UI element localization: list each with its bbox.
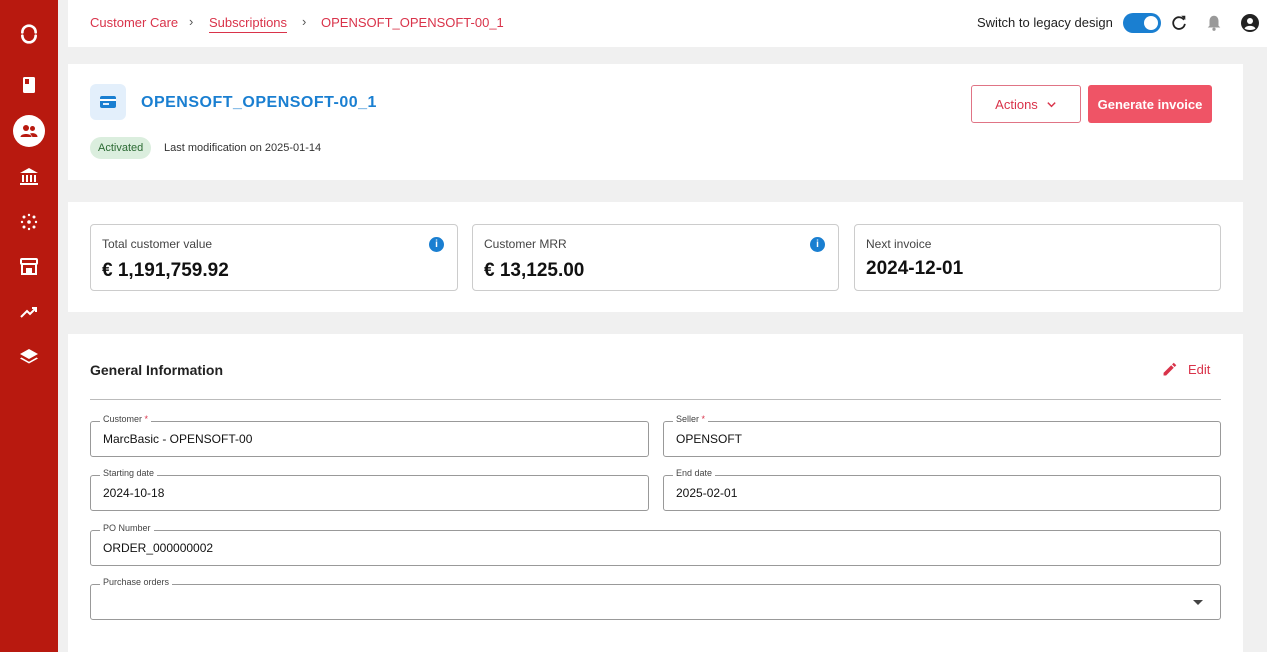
sidebar-item-catalog[interactable] (0, 67, 58, 103)
book-icon (23, 77, 35, 93)
top-bar: Customer Care › Subscriptions › OPENSOFT… (68, 0, 1267, 47)
chevron-right-icon: › (189, 14, 194, 29)
layers-icon (20, 349, 38, 364)
app-logo[interactable] (0, 16, 58, 52)
metric-customer-mrr: Customer MRR € 13,125.00 i (472, 224, 839, 291)
breadcrumb-customer-care[interactable]: Customer Care (90, 15, 178, 30)
metric-value: € 13,125.00 (484, 260, 585, 281)
sidebar-item-network[interactable] (0, 204, 58, 240)
sidebar-item-customers[interactable] (0, 113, 58, 149)
sidebar-item-store[interactable] (0, 249, 58, 285)
po-number-field[interactable]: PO Number ORDER_000000002 (90, 523, 1221, 566)
edit-button[interactable]: Edit (1161, 361, 1210, 378)
subscription-header-card: OPENSOFT_OPENSOFT-00_1 Activated Last mo… (68, 64, 1243, 180)
breadcrumb-subscriptions[interactable]: Subscriptions (209, 15, 288, 33)
sidebar-item-layers[interactable] (0, 339, 58, 375)
account-circle-icon (1241, 14, 1259, 32)
end-date-field-label: End date (673, 468, 716, 478)
network-icon (20, 213, 38, 231)
starting-date-field[interactable]: Starting date 2024-10-18 (90, 468, 649, 511)
credit-card-icon (90, 84, 126, 120)
generate-invoice-button[interactable]: Generate invoice (1088, 85, 1212, 123)
divider (90, 399, 1221, 400)
starting-date-field-label: Starting date (100, 468, 158, 478)
logo-icon (21, 24, 38, 44)
po-number-field-value: ORDER_000000002 (103, 541, 214, 555)
metric-next-invoice: Next invoice 2024-12-01 (854, 224, 1221, 291)
page-title: OPENSOFT_OPENSOFT-00_1 (141, 94, 377, 111)
customer-field-value: MarcBasic - OPENSOFT-00 (103, 432, 253, 446)
end-date-field-value: 2025-02-01 (676, 486, 738, 500)
metric-value: € 1,191,759.92 (102, 260, 229, 281)
info-icon[interactable]: i (429, 237, 444, 252)
trending-up-icon (20, 307, 37, 318)
seller-field-label: Seller (676, 414, 700, 424)
metric-value: 2024-12-01 (866, 258, 964, 279)
metric-label: Customer MRR (484, 237, 567, 251)
bank-icon (20, 168, 38, 185)
seller-field-value: OPENSOFT (676, 432, 743, 446)
actions-button[interactable]: Actions (971, 85, 1081, 123)
legacy-design-label: Switch to legacy design (977, 15, 1113, 30)
breadcrumb-current: OPENSOFT_OPENSOFT-00_1 (321, 15, 504, 30)
notifications-button[interactable] (1203, 12, 1225, 34)
sidebar (0, 0, 58, 652)
store-icon (20, 258, 38, 275)
sidebar-item-analytics[interactable] (0, 294, 58, 330)
required-marker: * (144, 414, 149, 424)
customer-field-label: Customer (103, 414, 143, 424)
required-marker: * (701, 414, 706, 424)
section-title: General Information (90, 362, 224, 378)
purchase-orders-select[interactable]: Purchase orders (90, 577, 1221, 620)
refresh-button[interactable] (1168, 12, 1190, 34)
last-modification-text: Last modification on 2025-01-14 (164, 142, 322, 154)
status-badge: Activated (90, 137, 152, 159)
seller-field[interactable]: Seller * OPENSOFT (663, 414, 1221, 457)
general-information-card: General Information Edit Customer * Marc… (68, 334, 1243, 652)
customer-field[interactable]: Customer * MarcBasic - OPENSOFT-00 (90, 414, 649, 457)
refresh-icon (1172, 15, 1186, 30)
po-number-field-label: PO Number (100, 523, 154, 533)
pencil-icon (1163, 362, 1177, 376)
chevron-right-icon: › (302, 14, 307, 29)
chevron-down-icon (1047, 101, 1056, 107)
customers-icon (20, 125, 38, 137)
actions-label: Actions (995, 96, 1038, 112)
sidebar-item-finance[interactable] (0, 159, 58, 195)
purchase-orders-field-label: Purchase orders (100, 577, 173, 587)
dropdown-arrow-icon[interactable] (1193, 600, 1203, 605)
account-button[interactable] (1239, 12, 1261, 34)
edit-label: Edit (1188, 362, 1211, 377)
metric-total-customer-value: Total customer value € 1,191,759.92 i (90, 224, 458, 291)
starting-date-field-value: 2024-10-18 (103, 486, 165, 500)
end-date-field[interactable]: End date 2025-02-01 (663, 468, 1221, 511)
metrics-card: Total customer value € 1,191,759.92 i Cu… (68, 202, 1243, 312)
info-icon[interactable]: i (810, 237, 825, 252)
legacy-design-toggle[interactable] (1123, 13, 1161, 33)
metric-label: Next invoice (866, 237, 932, 251)
bell-icon (1207, 15, 1221, 31)
metric-label: Total customer value (102, 237, 213, 251)
